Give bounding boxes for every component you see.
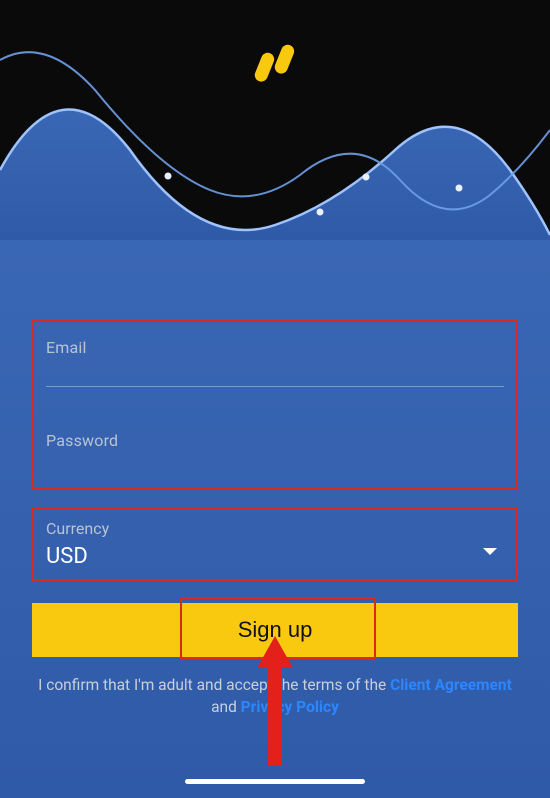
currency-label: Currency bbox=[46, 519, 504, 538]
privacy-policy-link[interactable]: Privacy Policy bbox=[241, 698, 339, 716]
email-field-row: Email bbox=[46, 332, 504, 391]
password-field-row: Password bbox=[46, 425, 504, 479]
signup-button[interactable]: Sign up bbox=[32, 603, 518, 657]
brand-logo-icon bbox=[252, 38, 298, 90]
email-input[interactable] bbox=[46, 363, 504, 387]
disclaimer-prefix: I confirm that I'm adult and accept the … bbox=[38, 676, 390, 694]
disclaimer-text: I confirm that I'm adult and accept the … bbox=[32, 675, 518, 718]
credentials-group-highlight: Email Password bbox=[32, 320, 518, 489]
signup-button-wrap: Sign up bbox=[32, 603, 518, 657]
chevron-down-icon bbox=[482, 542, 498, 561]
signup-form: Email Password Currency USD Sign up I co… bbox=[32, 320, 518, 718]
client-agreement-link[interactable]: Client Agreement bbox=[390, 676, 512, 694]
disclaimer-mid: and bbox=[211, 698, 241, 716]
password-label: Password bbox=[46, 431, 504, 450]
password-input[interactable] bbox=[46, 461, 504, 471]
currency-value: USD bbox=[46, 544, 504, 569]
email-label: Email bbox=[46, 338, 504, 357]
currency-select-highlight[interactable]: Currency USD bbox=[32, 507, 518, 581]
home-indicator bbox=[185, 779, 365, 784]
